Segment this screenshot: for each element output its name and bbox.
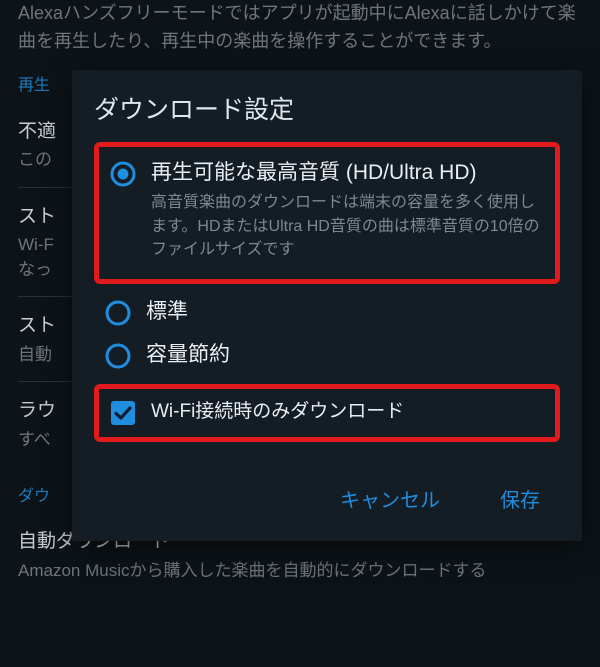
radio-option-hd[interactable]: 再生可能な最高音質 (HD/Ultra HD) 高音質楽曲のダウンロードは端末の… (109, 159, 545, 261)
cancel-button[interactable]: キャンセル (340, 484, 440, 513)
setting-row-sub: Amazon Musicから購入した楽曲を自動的にダウンロードする (18, 557, 582, 584)
checkbox-checked-icon (109, 399, 137, 427)
dialog-title: ダウンロード設定 (94, 90, 560, 126)
radio-unselected-icon (104, 342, 132, 370)
option-label: 再生可能な最高音質 (HD/Ultra HD) (151, 161, 477, 184)
radio-option-standard[interactable]: 標準 (94, 298, 560, 327)
save-button[interactable]: 保存 (500, 484, 540, 513)
option-label: 標準 (146, 300, 188, 323)
radio-selected-icon (109, 160, 137, 188)
option-description: 高音質楽曲のダウンロードは端末の容量を多く使用します。HDまたはUltra HD… (151, 191, 545, 261)
radio-option-saver[interactable]: 容量節約 (94, 341, 560, 370)
checkbox-option-wifi[interactable]: Wi-Fi接続時のみダウンロード (109, 399, 545, 427)
radio-unselected-icon (104, 299, 132, 327)
hands-free-description: Alexaハンズフリーモードではアプリが起動中にAlexaに話しかけて楽曲を再生… (18, 0, 582, 56)
option-label: Wi-Fi接続時のみダウンロード (151, 401, 404, 422)
highlight-box-hd: 再生可能な最高音質 (HD/Ultra HD) 高音質楽曲のダウンロードは端末の… (94, 142, 560, 284)
highlight-box-wifi: Wi-Fi接続時のみダウンロード (94, 384, 560, 442)
dialog-actions: キャンセル 保存 (94, 464, 560, 531)
option-label: 容量節約 (146, 343, 230, 366)
download-settings-dialog: ダウンロード設定 再生可能な最高音質 (HD/Ultra HD) 高音質楽曲のダ… (72, 70, 582, 541)
